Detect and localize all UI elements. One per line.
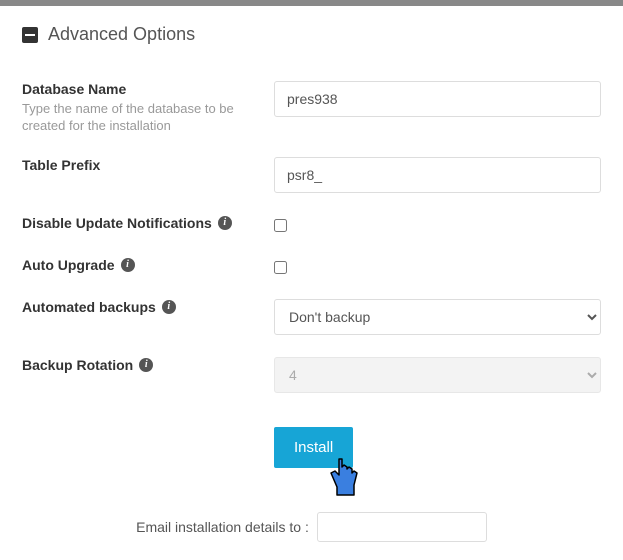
section-header[interactable]: Advanced Options xyxy=(22,24,601,45)
label-table-prefix: Table Prefix xyxy=(22,157,264,173)
info-icon[interactable]: i xyxy=(218,216,232,230)
label-backup-rotation: Backup Rotation i xyxy=(22,357,264,373)
input-table-prefix[interactable] xyxy=(274,157,601,193)
label-auto-upgrade-text: Auto Upgrade xyxy=(22,257,115,273)
select-backup-rotation: 4 xyxy=(274,357,601,393)
install-button[interactable]: Install xyxy=(274,427,353,468)
label-email-details: Email installation details to : xyxy=(136,519,309,535)
row-disable-notifications: Disable Update Notifications i xyxy=(22,215,601,235)
label-database-name: Database Name xyxy=(22,81,264,97)
row-automated-backups: Automated backups i Don't backup xyxy=(22,299,601,335)
install-area: Install xyxy=(22,427,601,468)
input-database-name[interactable] xyxy=(274,81,601,117)
checkbox-disable-notifications[interactable] xyxy=(274,219,287,232)
info-icon[interactable]: i xyxy=(139,358,153,372)
info-icon[interactable]: i xyxy=(162,300,176,314)
checkbox-auto-upgrade[interactable] xyxy=(274,261,287,274)
email-row: Email installation details to : xyxy=(22,512,601,542)
label-disable-notifications: Disable Update Notifications i xyxy=(22,215,264,231)
row-auto-upgrade: Auto Upgrade i xyxy=(22,257,601,277)
input-email-details[interactable] xyxy=(317,512,487,542)
row-database-name: Database Name Type the name of the datab… xyxy=(22,81,601,135)
row-table-prefix: Table Prefix xyxy=(22,157,601,193)
hint-database-name: Type the name of the database to be crea… xyxy=(22,101,264,135)
form-container: Advanced Options Database Name Type the … xyxy=(0,6,623,560)
section-title: Advanced Options xyxy=(48,24,195,45)
label-disable-notifications-text: Disable Update Notifications xyxy=(22,215,212,231)
info-icon[interactable]: i xyxy=(121,258,135,272)
row-backup-rotation: Backup Rotation i 4 xyxy=(22,357,601,393)
select-automated-backups[interactable]: Don't backup xyxy=(274,299,601,335)
label-automated-backups-text: Automated backups xyxy=(22,299,156,315)
label-automated-backups: Automated backups i xyxy=(22,299,264,315)
label-backup-rotation-text: Backup Rotation xyxy=(22,357,133,373)
label-auto-upgrade: Auto Upgrade i xyxy=(22,257,264,273)
collapse-icon[interactable] xyxy=(22,27,38,43)
